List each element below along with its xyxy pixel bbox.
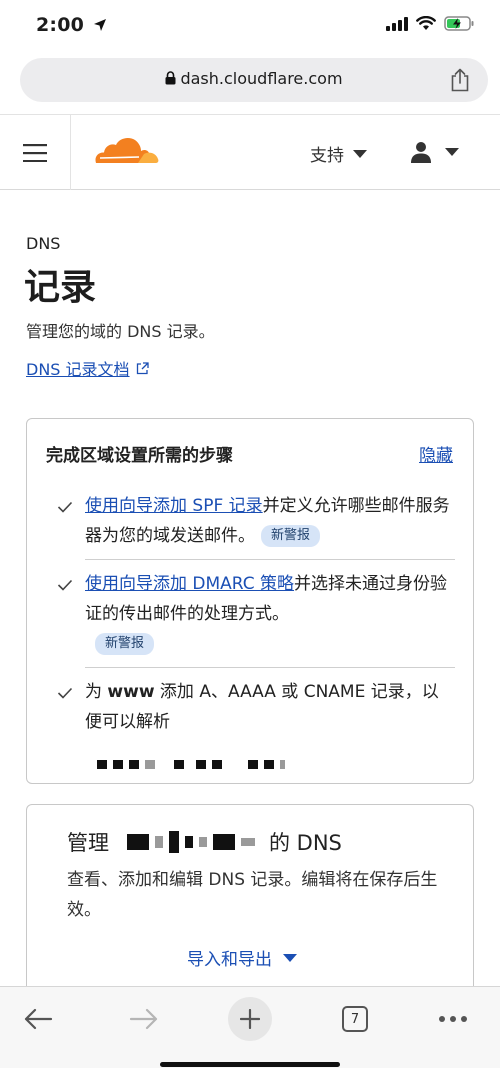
step-divider [85, 559, 455, 560]
manage-dns-title: 管理 的 DNS [67, 827, 342, 857]
user-menu-button[interactable] [410, 141, 460, 163]
status-bar: 2:00 [0, 0, 500, 52]
tab-count: 7 [342, 1006, 368, 1032]
setup-steps-title: 完成区域设置所需的步骤 [46, 446, 233, 466]
breadcrumb: DNS [26, 234, 61, 253]
page-title: 记录 [24, 267, 97, 308]
user-icon [411, 142, 431, 163]
dns-docs-link-label: DNS 记录文档 [26, 360, 130, 379]
caret-down-icon [353, 149, 367, 158]
page-description: 管理您的域的 DNS 记录。 [26, 322, 215, 341]
dns-docs-link[interactable]: DNS 记录文档 [26, 356, 149, 380]
back-arrow-icon [24, 1008, 53, 1030]
www-hostname: www [107, 682, 155, 702]
checkmark-icon [57, 579, 73, 591]
lock-icon [165, 71, 176, 85]
checkmark-icon [57, 687, 73, 699]
plus-icon [240, 1009, 260, 1029]
hide-steps-link[interactable]: 隐藏 [419, 441, 453, 466]
redacted-domain [85, 749, 455, 779]
cellular-signal-icon [386, 16, 408, 31]
caret-down-icon [283, 953, 297, 962]
manage-dns-title-suffix: 的 DNS [269, 831, 342, 855]
external-link-icon [136, 361, 149, 374]
tabs-button[interactable]: 7 [333, 997, 377, 1041]
setup-steps-card: 完成区域设置所需的步骤 隐藏 使用向导添加 SPF 记录并定义允许哪些邮件服务器… [26, 418, 474, 784]
setup-step-dmarc: 使用向导添加 DMARC 策略并选择未通过身份验证的传出邮件的处理方式。 新警报 [57, 569, 455, 659]
share-icon[interactable] [450, 68, 470, 92]
redacted-domain [127, 831, 261, 853]
setup-step-spf: 使用向导添加 SPF 记录并定义允许哪些邮件服务器为您的域发送邮件。 新警报 [57, 491, 455, 551]
setup-step-www-record: 为 www 添加 A、AAAA 或 CNAME 记录，以便可以解析 [57, 677, 455, 779]
import-export-label: 导入和导出 [187, 950, 272, 970]
import-export-button[interactable]: 导入和导出 [187, 945, 298, 970]
hamburger-icon [23, 143, 47, 162]
location-arrow-icon [93, 19, 106, 31]
url-display[interactable]: dash.cloudflare.com [20, 69, 488, 88]
back-button[interactable] [16, 997, 60, 1041]
hamburger-menu-button[interactable] [0, 115, 71, 190]
support-label: 支持 [310, 146, 344, 166]
forward-button[interactable] [122, 997, 166, 1041]
spf-wizard-link[interactable]: 使用向导添加 SPF 记录 [85, 496, 263, 516]
support-menu-button[interactable]: 支持 [310, 141, 368, 166]
status-indicators [386, 16, 474, 31]
caret-down-icon [445, 148, 459, 156]
cloudflare-logo[interactable] [94, 135, 160, 167]
new-tab-button[interactable] [228, 997, 272, 1041]
status-time: 2:00 [36, 14, 107, 36]
manage-dns-description: 查看、添加和编辑 DNS 记录。编辑将在保存后生效。 [67, 870, 438, 920]
address-bar[interactable]: dash.cloudflare.com [20, 58, 488, 102]
manage-dns-card: 管理 的 DNS 查看、添加和编辑 DNS 记录。编辑将在保存后生效。 导入和导… [26, 804, 474, 1004]
home-indicator [160, 1062, 340, 1067]
new-alert-badge: 新警报 [95, 633, 155, 655]
url-text: dash.cloudflare.com [180, 69, 343, 88]
forward-arrow-icon [129, 1008, 158, 1030]
www-step-prefix: 为 [85, 682, 108, 702]
more-dots-icon [439, 1016, 467, 1022]
browser-toolbar: 7 [0, 986, 500, 1068]
dmarc-wizard-link[interactable]: 使用向导添加 DMARC 策略 [85, 574, 294, 594]
step-divider [85, 667, 455, 668]
manage-dns-title-prefix: 管理 [67, 831, 109, 855]
more-options-button[interactable] [431, 997, 475, 1041]
wifi-icon [416, 16, 436, 30]
site-header: 支持 [0, 114, 500, 190]
battery-charging-icon [444, 16, 474, 31]
new-alert-badge: 新警报 [261, 525, 321, 547]
checkmark-icon [57, 501, 73, 513]
